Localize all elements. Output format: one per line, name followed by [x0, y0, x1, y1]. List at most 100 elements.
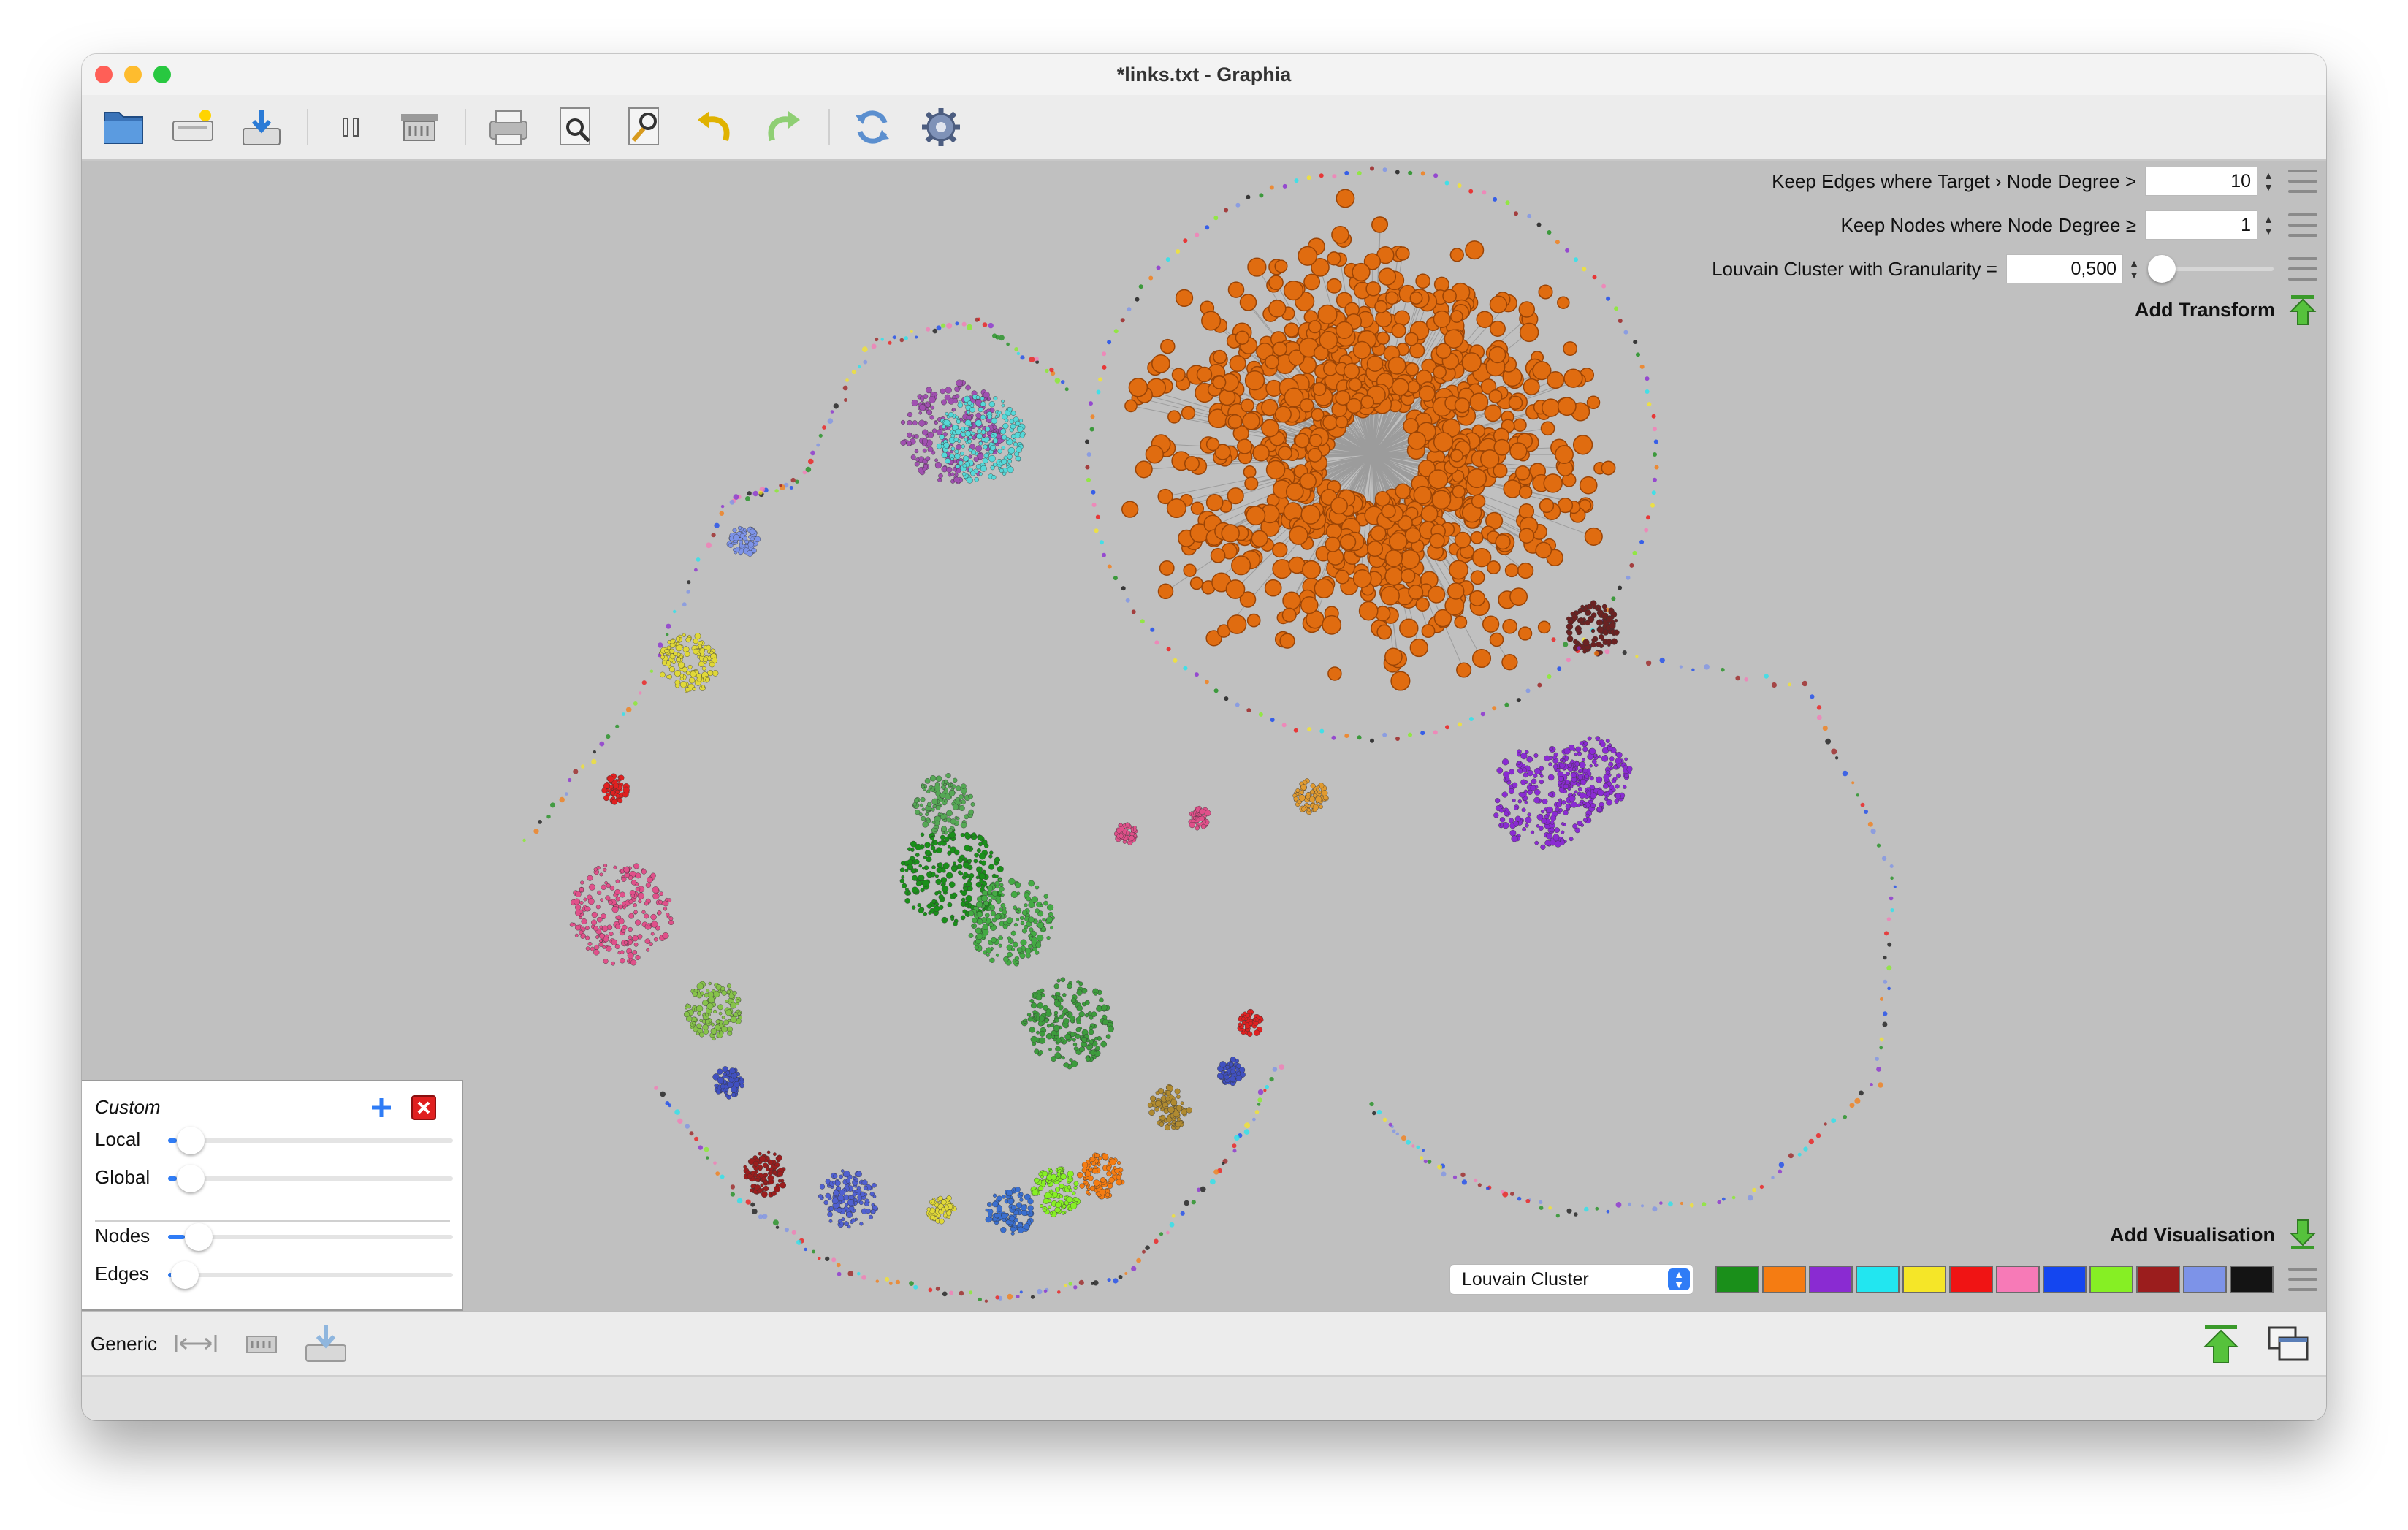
slider-knob[interactable]	[176, 1127, 205, 1154]
edge-degree-spinbox[interactable]: 10 ▲ ▼	[2145, 167, 2276, 196]
palette-swatch[interactable]	[1902, 1266, 1946, 1293]
slider-knob[interactable]	[185, 1223, 213, 1251]
spinbox-value[interactable]: 1	[2145, 210, 2258, 240]
transform-louvain[interactable]: Louvain Cluster with Granularity = 0,500…	[1712, 254, 2326, 283]
zoom-window-button[interactable]	[153, 66, 171, 83]
slider-fill	[168, 1235, 186, 1239]
print-button[interactable]	[482, 101, 535, 153]
slider-knob[interactable]	[170, 1261, 199, 1289]
cluster-node	[1010, 423, 1016, 430]
cluster-node	[707, 670, 714, 677]
palette-swatch[interactable]	[1715, 1266, 1759, 1293]
palette-swatch[interactable]	[1996, 1266, 2040, 1293]
slider-knob[interactable]	[2148, 255, 2176, 283]
find-button[interactable]	[551, 101, 603, 153]
peripheral-node	[1536, 222, 1542, 227]
cluster-node	[637, 892, 645, 899]
cluster-node	[700, 991, 704, 996]
spinbox-value[interactable]: 0,500	[2006, 254, 2123, 283]
cluster-node	[937, 862, 943, 867]
palette-swatch[interactable]	[2230, 1266, 2274, 1293]
redo-button[interactable]	[757, 101, 809, 153]
save-button[interactable]	[235, 101, 288, 153]
find-by-attribute-button[interactable]	[620, 101, 672, 153]
settings-button[interactable]	[915, 101, 967, 153]
granularity-spinbox[interactable]: 0,500 ▲ ▼	[2006, 254, 2142, 283]
cluster-node	[839, 1221, 844, 1226]
cluster-node	[915, 853, 920, 857]
open-file-button[interactable]	[98, 101, 150, 153]
layout-spacing-icon[interactable]	[173, 1331, 218, 1357]
add-transform-button[interactable]: Add Transform	[2135, 294, 2317, 326]
close-window-button[interactable]	[95, 66, 113, 83]
palette-swatch[interactable]	[1949, 1266, 1993, 1293]
palette-swatch[interactable]	[2043, 1266, 2087, 1293]
cluster-node	[961, 472, 967, 476]
cluster-node	[966, 410, 971, 414]
hub-node	[1541, 398, 1561, 417]
singleton-node	[1886, 917, 1891, 921]
pause-layout-button[interactable]	[324, 101, 377, 153]
palette-swatch[interactable]	[1762, 1266, 1806, 1293]
chevron-updown-icon[interactable]: ▲ ▼	[1668, 1268, 1690, 1290]
singleton-node	[1234, 1135, 1240, 1141]
spinbox-arrows[interactable]: ▲ ▼	[2260, 210, 2276, 240]
spinbox-arrows[interactable]: ▲ ▼	[2260, 167, 2276, 196]
arrow-up-icon[interactable]	[2202, 1323, 2240, 1364]
cluster-node	[1312, 804, 1319, 811]
transform-keep-edges[interactable]: Keep Edges where Target › Node Degree > …	[1772, 167, 2326, 196]
transform-menu-icon[interactable]	[2288, 170, 2317, 193]
export-layout-icon[interactable]	[302, 1322, 350, 1366]
cluster-node	[1512, 782, 1518, 788]
transform-keep-nodes[interactable]: Keep Nodes where Node Degree ≥ 1 ▲ ▼	[1840, 210, 2326, 240]
peripheral-node	[1098, 377, 1103, 382]
cluster-node	[737, 525, 742, 530]
singleton-node	[802, 470, 807, 475]
cluster-node	[1582, 768, 1588, 774]
peripheral-node	[1639, 364, 1645, 369]
refresh-button[interactable]	[846, 101, 899, 153]
color-palette[interactable]	[1715, 1266, 2276, 1293]
new-tab-button[interactable]	[167, 101, 219, 153]
peripheral-node	[1468, 189, 1474, 194]
visualisation-menu-icon[interactable]	[2288, 1268, 2317, 1291]
cluster-node	[954, 449, 959, 454]
cluster-node	[983, 453, 989, 459]
spinbox-arrows[interactable]: ▲ ▼	[2126, 254, 2142, 283]
cluster-node	[965, 895, 973, 902]
undo-button[interactable]	[688, 101, 741, 153]
layout-slider-local[interactable]	[168, 1127, 453, 1154]
palette-swatch[interactable]	[1856, 1266, 1900, 1293]
palette-swatch[interactable]	[1809, 1266, 1853, 1293]
palette-swatch[interactable]	[2183, 1266, 2227, 1293]
cluster-node	[940, 834, 945, 840]
delete-button[interactable]	[393, 101, 446, 153]
graph-canvas[interactable]: Keep Edges where Target › Node Degree > …	[82, 161, 2326, 1311]
transform-menu-icon[interactable]	[2288, 257, 2317, 281]
cluster-node	[920, 888, 925, 893]
singleton-node	[1517, 1196, 1522, 1201]
granularity-slider[interactable]	[2148, 254, 2276, 283]
add-visualisation-button[interactable]: Add Visualisation	[2110, 1219, 2317, 1251]
attribute-select[interactable]: Louvain Cluster ▲ ▼	[1449, 1264, 1693, 1295]
close-icon[interactable]	[411, 1095, 437, 1121]
transform-menu-icon[interactable]	[2288, 213, 2317, 237]
palette-swatch[interactable]	[2089, 1266, 2133, 1293]
slider-knob[interactable]	[176, 1165, 205, 1192]
layout-slider-global[interactable]	[168, 1165, 453, 1192]
layout-settings-icon[interactable]	[245, 1331, 278, 1357]
cluster-node	[579, 909, 584, 914]
cluster-node	[720, 1084, 725, 1089]
windows-icon[interactable]	[2266, 1323, 2310, 1364]
add-preset-icon[interactable]	[370, 1096, 393, 1119]
layout-slider-nodes[interactable]	[168, 1223, 453, 1251]
palette-swatch[interactable]	[2136, 1266, 2180, 1293]
cluster-node	[1509, 769, 1515, 775]
node-degree-spinbox[interactable]: 1 ▲ ▼	[2145, 210, 2276, 240]
layout-slider-edges[interactable]	[168, 1261, 453, 1289]
singleton-node	[1593, 650, 1599, 656]
hub-node	[1385, 291, 1399, 305]
cluster-node	[942, 868, 946, 873]
minimize-window-button[interactable]	[124, 66, 142, 83]
spinbox-value[interactable]: 10	[2145, 167, 2258, 196]
